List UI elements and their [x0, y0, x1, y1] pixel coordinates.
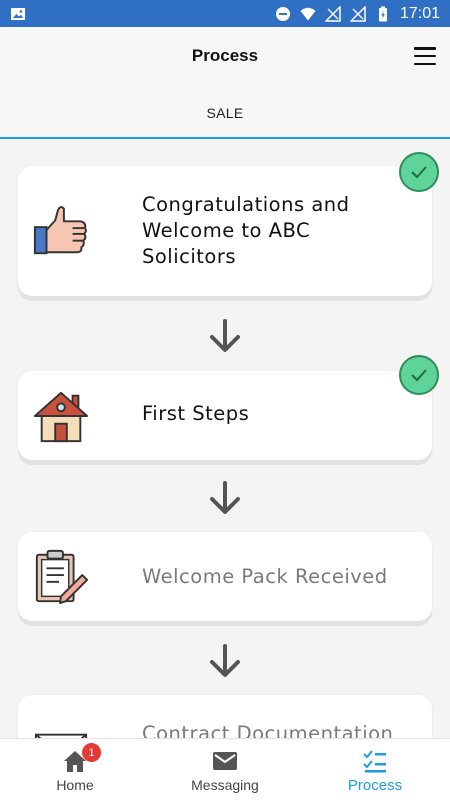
- checklist-icon: [363, 750, 386, 773]
- nav-messaging[interactable]: Messaging: [150, 739, 300, 800]
- step-card-welcome[interactable]: Congratulations and Welcome to ABC Solic…: [18, 152, 439, 296]
- step-card-welcome-pack[interactable]: Welcome Pack Received: [18, 532, 432, 621]
- step-title: Contract Documentation: [142, 722, 394, 738]
- nav-process[interactable]: Process: [300, 739, 450, 800]
- arrow-down-icon: [210, 644, 240, 677]
- app-bar: Process: [0, 27, 450, 89]
- image-icon: [11, 7, 25, 20]
- nav-process-label: Process: [347, 777, 403, 794]
- process-steps-list[interactable]: Congratulations and Welcome to ABC Solic…: [0, 141, 450, 738]
- wifi-icon: [300, 7, 316, 20]
- battery-icon: [378, 6, 387, 21]
- notification-badge: 1: [82, 743, 101, 762]
- nav-home-label: Home: [56, 777, 94, 793]
- completed-check-icon: [399, 355, 439, 395]
- step-card-first-steps[interactable]: First Steps: [18, 355, 439, 460]
- step-card-contract-documentation[interactable]: Contract Documentation: [18, 695, 432, 738]
- hamburger-menu-icon[interactable]: [414, 47, 436, 65]
- arrow-down-icon: [210, 481, 240, 514]
- step-title: First Steps: [142, 402, 250, 425]
- bottom-navigation: 1 Home Messaging Process: [0, 738, 450, 800]
- page-title: Process: [191, 46, 259, 65]
- signal-icon: [324, 5, 341, 22]
- nav-messaging-label: Messaging: [191, 777, 259, 793]
- status-bar: 17:01: [0, 0, 450, 27]
- completed-check-icon: [399, 152, 439, 192]
- nav-home[interactable]: 1 Home: [0, 739, 150, 800]
- mail-icon: [213, 752, 237, 770]
- step-title: Congratulations and Welcome to ABC Solic…: [142, 193, 350, 268]
- step-title: Welcome Pack Received: [142, 565, 388, 588]
- thumbs-up-icon: [33, 206, 87, 255]
- house-icon: [33, 391, 89, 443]
- tab-bar: SALE: [0, 89, 450, 139]
- clipboard-icon: [35, 549, 89, 605]
- status-time: 17:01: [399, 4, 440, 22]
- tab-sale[interactable]: SALE: [0, 105, 450, 121]
- envelope-icon: [34, 733, 88, 738]
- signal-icon: [349, 5, 366, 22]
- do-not-disturb-icon: [275, 6, 290, 21]
- arrow-down-icon: [210, 319, 240, 352]
